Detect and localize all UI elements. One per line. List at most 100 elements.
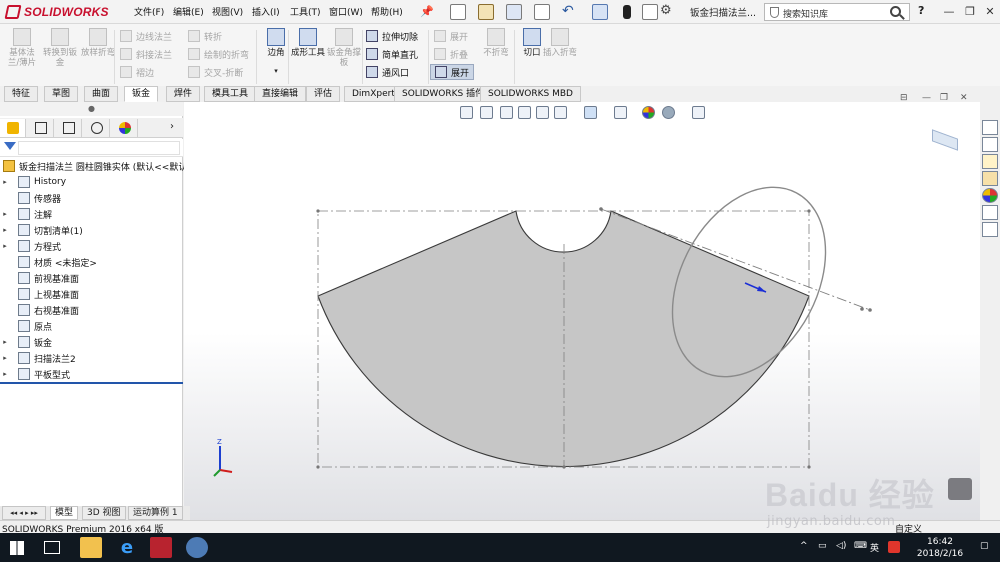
vertex-point[interactable] [599,207,603,211]
simple-hole-button[interactable]: 简单直孔 [366,46,418,62]
chevron-right-icon[interactable]: › [170,121,174,132]
tab-features[interactable]: 特征 [4,86,39,102]
tab-model[interactable]: 模型 [50,506,79,520]
minimize-button[interactable]: — [940,3,958,21]
edge-flange-button[interactable]: 边线法兰 [120,28,172,44]
tab-weldments[interactable]: 焊件 [166,86,201,102]
panel-drag-handle[interactable]: ● [0,102,183,116]
tab-sketch[interactable]: 草图 [44,86,79,102]
tab-solidworks-mbd[interactable]: SOLIDWORKS MBD [480,86,581,102]
select-icon[interactable] [592,4,608,20]
expand-arrow-icon[interactable]: ▸ [0,210,10,218]
tree-item[interactable]: 材质 <未指定> [0,254,183,270]
undo-icon[interactable]: ↶ [562,3,574,19]
vent-button[interactable]: 通风口 [366,64,409,80]
flatten-button[interactable]: 展开 [430,64,475,80]
help-icon[interactable]: ? [918,4,924,17]
expand-arrow-icon[interactable]: ▸ [0,370,10,378]
solidworks-logo[interactable]: SOLIDWORKS [4,4,109,20]
menu-file[interactable]: 文件(F) [134,5,164,19]
close-button[interactable]: ✕ [981,3,999,21]
tree-item[interactable]: ▸ 扫描法兰2 [0,350,183,366]
vertex-point[interactable] [316,465,320,469]
notifications-icon[interactable]: ▢ [980,541,989,551]
tab-3d-views[interactable]: 3D 视图 [82,506,126,520]
options-gear-icon[interactable]: ⚙ [660,3,672,18]
model-drawing[interactable]: Z [184,102,980,522]
tree-root-part[interactable]: 钣金扫描法兰 圆柱圆锥实体 (默认<<默认 [0,158,187,174]
filter-input[interactable] [18,141,180,155]
base-flange-button[interactable]: 基体法兰/薄片 [4,28,40,68]
tree-filter[interactable] [0,139,183,157]
vertex-point[interactable] [807,209,811,213]
search-icon[interactable] [890,6,901,17]
custom-properties-icon[interactable] [982,205,998,220]
design-library-icon[interactable] [982,154,998,169]
lofted-bend-button[interactable]: 放样折弯 [80,28,116,58]
print-icon[interactable] [534,4,550,20]
restore-button[interactable]: ❐ [961,3,979,21]
tree-item[interactable]: 传感器 [0,190,183,206]
tab-sheet-metal[interactable]: 钣金 [124,86,159,102]
rollback-bar[interactable] [0,382,183,384]
expand-arrow-icon[interactable]: ▸ [0,354,10,362]
configuration-manager-tab[interactable] [56,119,82,137]
clock[interactable]: 16:42 2018/2/16 [912,536,968,560]
tree-item[interactable]: 原点 [0,318,183,334]
tab-motion-study[interactable]: 运动算例 1 [128,506,183,520]
tab-surfaces[interactable]: 曲面 [84,86,119,102]
extruded-cut-button[interactable]: 拉伸切除 [366,28,418,44]
vertex-point[interactable] [316,209,320,213]
hem-button[interactable]: 褶边 [120,64,154,80]
tree-item[interactable]: ▸ 钣金 [0,334,183,350]
fold-button[interactable]: 折叠 [434,46,468,62]
vertex-point[interactable] [562,465,566,469]
tab-solidworks-addins[interactable]: SOLIDWORKS 插件 [394,86,493,102]
tree-item[interactable]: ▸ History [0,174,183,190]
menu-tools[interactable]: 工具(T) [290,5,321,19]
volume-icon[interactable]: ◁) [836,541,846,551]
feature-manager-tab[interactable] [0,119,26,137]
menu-help[interactable]: 帮助(H) [371,5,403,19]
open-icon[interactable] [478,4,494,20]
jog-button[interactable]: 转折 [188,28,222,44]
task-view-icon[interactable] [44,541,60,554]
file-explorer-taskbar-icon[interactable] [80,537,102,558]
tree-item[interactable]: 前视基准面 [0,270,183,286]
sheet-gusset-button[interactable]: 钣金角撑板 [326,28,362,68]
sketched-bend-button[interactable]: 绘制的折弯 [188,46,249,62]
unfold-button[interactable]: 展开 [434,28,468,44]
cross-break-button[interactable]: 交叉-折断 [188,64,243,80]
tray-chevron-icon[interactable]: ^ [800,541,808,551]
expand-arrow-icon[interactable]: ▸ [0,338,10,346]
menu-window[interactable]: 窗口(W) [329,5,363,19]
insert-bends-button[interactable]: 插入折弯 [542,28,578,58]
search-knowledge-base[interactable]: 搜索知识库 [764,3,910,21]
vertex-point[interactable] [868,308,872,312]
save-icon[interactable] [506,4,522,20]
file-explorer-icon[interactable] [982,171,998,186]
menu-view[interactable]: 视图(V) [212,5,243,19]
expand-arrow-icon[interactable]: ▸ [0,226,10,234]
appearances-icon[interactable] [982,188,998,203]
windows-start-icon[interactable] [10,541,24,555]
property-manager-tab[interactable] [28,119,54,137]
home-icon[interactable] [982,120,998,135]
tree-item[interactable]: ▸ 方程式 [0,238,183,254]
new-document-icon[interactable] [450,4,466,20]
dimxpert-manager-tab[interactable] [84,119,110,137]
convert-to-sheet-button[interactable]: 转换到钣金 [42,28,78,68]
no-bends-button[interactable]: 不折弯 [478,28,514,58]
tree-item[interactable]: 上视基准面 [0,286,183,302]
network-icon[interactable]: ▭ [818,541,827,551]
tab-evaluate[interactable]: 评估 [306,86,341,102]
input-method-icon[interactable]: ⌨ [854,541,867,551]
graphics-area[interactable]: ⊟ — ❐ ✕ Z [184,93,980,522]
sogou-ime-icon[interactable] [888,541,900,553]
menu-insert[interactable]: 插入(I) [252,5,280,19]
tree-item[interactable]: ▸ 切割清单(1) [0,222,183,238]
edge-browser-icon[interactable]: e [116,537,138,558]
expand-arrow-icon[interactable]: ▸ [0,242,10,250]
tree-item[interactable]: 右视基准面 [0,302,183,318]
flat-pattern-face[interactable] [317,210,810,468]
